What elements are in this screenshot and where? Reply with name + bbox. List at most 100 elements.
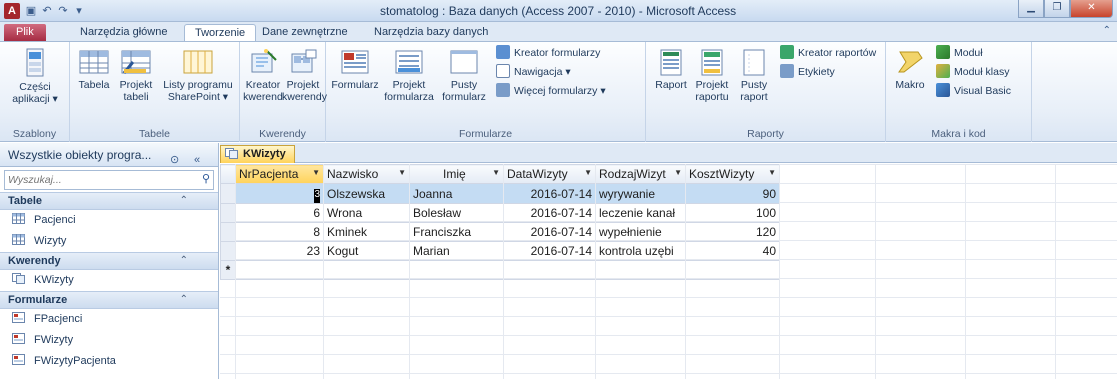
nav-group-formularze[interactable]: Formularze ⌃: [0, 291, 218, 309]
nav-group-kwerendy[interactable]: Kwerendy ⌃: [0, 252, 218, 270]
modul-klasy-button[interactable]: Moduł klasy: [936, 63, 1009, 81]
cell-rodzajwizyty[interactable]: wypełnienie: [595, 222, 686, 242]
makro-button[interactable]: Makro: [890, 46, 930, 91]
column-filter-dropdown-icon[interactable]: ▼: [674, 168, 682, 177]
tab-narzedzia-bazy-danych[interactable]: Narzędzia bazy danych: [364, 24, 498, 42]
column-filter-dropdown-icon[interactable]: ▼: [312, 168, 320, 177]
row-selector-header[interactable]: [220, 164, 236, 184]
column-header-kosztwizyty[interactable]: KosztWizyty ▼: [685, 164, 780, 184]
cell-nazwisko[interactable]: Kminek: [323, 222, 410, 242]
cell-imie[interactable]: Joanna: [409, 183, 504, 204]
row-selector[interactable]: [220, 203, 236, 223]
nav-item-pacjenci[interactable]: Pacjenci: [0, 210, 218, 231]
nav-item-fwizytypacjenta[interactable]: FWizytyPacjenta: [0, 351, 218, 372]
new-cell[interactable]: [323, 260, 410, 280]
raport-button[interactable]: Raport: [652, 46, 690, 91]
cell-imie[interactable]: Bolesław: [409, 203, 504, 223]
nav-search-input[interactable]: [5, 171, 213, 189]
cell-rodzajwizyty[interactable]: kontrola uzębi: [595, 241, 686, 261]
projekt-kwerendy-button[interactable]: Projekt kwerendy: [282, 46, 327, 103]
tab-narzedzia-glowne[interactable]: Narzędzia główne: [70, 24, 177, 42]
nav-pane-header[interactable]: Wszystkie obiekty progra... ⊙ «: [0, 143, 218, 167]
undo-icon[interactable]: ↶: [40, 4, 54, 18]
row-selector[interactable]: [220, 222, 236, 242]
column-filter-dropdown-icon[interactable]: ▼: [584, 168, 592, 177]
cell-datawizyty[interactable]: 2016-07-14: [503, 241, 596, 261]
cell-kosztwizyty[interactable]: 120: [685, 222, 780, 242]
column-header-rodzajwizyty[interactable]: RodzajWizyt ▼: [595, 164, 686, 184]
cell-imie[interactable]: Franciszka: [409, 222, 504, 242]
column-filter-dropdown-icon[interactable]: ▼: [768, 168, 776, 177]
new-record-marker[interactable]: *: [220, 260, 236, 280]
kreator-raportow-button[interactable]: Kreator raportów: [780, 44, 876, 62]
cell-nrpacjenta[interactable]: 23: [235, 241, 324, 261]
listy-sharepoint-button[interactable]: Listy programu SharePoint ▾: [158, 46, 238, 103]
search-icon[interactable]: ⚲: [202, 172, 210, 185]
cell-kosztwizyty[interactable]: 100: [685, 203, 780, 223]
table-row[interactable]: 6 Wrona Bolesław 2016-07-14 leczenie kan…: [220, 203, 780, 223]
row-selector[interactable]: [220, 241, 236, 261]
wiecej-formularzy-button[interactable]: Więcej formularzy ▾: [496, 82, 606, 100]
column-header-datawizyty[interactable]: DataWizyty ▼: [503, 164, 596, 184]
pusty-formularz-button[interactable]: Pusty formularz: [438, 46, 490, 103]
nav-item-kwizyty[interactable]: KWizyty: [0, 270, 218, 291]
new-cell[interactable]: [235, 260, 324, 280]
cell-nrpacjenta[interactable]: 6: [235, 203, 324, 223]
nav-item-wizyty[interactable]: Wizyty: [0, 231, 218, 252]
column-header-nazwisko[interactable]: Nazwisko ▼: [323, 164, 410, 184]
cell-nazwisko[interactable]: Olszewska: [323, 183, 410, 204]
nav-group-tabele[interactable]: Tabele ⌃: [0, 192, 218, 210]
kreator-formularzy-button[interactable]: Kreator formularzy: [496, 44, 600, 62]
czesci-aplikacji-button[interactable]: Części aplikacji ▾: [4, 46, 66, 105]
cell-kosztwizyty[interactable]: 90: [685, 183, 780, 204]
cell-kosztwizyty[interactable]: 40: [685, 241, 780, 261]
column-filter-dropdown-icon[interactable]: ▼: [492, 168, 500, 177]
new-record-row[interactable]: *: [220, 260, 780, 280]
redo-icon[interactable]: ↷: [56, 4, 70, 18]
formularz-button[interactable]: Formularz: [330, 46, 380, 91]
cell-nrpacjenta[interactable]: 3: [235, 183, 324, 204]
new-cell[interactable]: [503, 260, 596, 280]
column-filter-dropdown-icon[interactable]: ▼: [398, 168, 406, 177]
cell-nrpacjenta[interactable]: 8: [235, 222, 324, 242]
cell-rodzajwizyty[interactable]: wyrywanie: [595, 183, 686, 204]
table-row[interactable]: 3 Olszewska Joanna 2016-07-14 wyrywanie …: [220, 183, 780, 204]
tabela-button[interactable]: Tabela: [74, 46, 114, 91]
tab-plik[interactable]: Plik: [4, 24, 46, 42]
pusty-raport-button[interactable]: Pusty raport: [734, 46, 774, 103]
cell-nazwisko[interactable]: Wrona: [323, 203, 410, 223]
minimize-button[interactable]: ▁: [1018, 0, 1044, 18]
tab-dane-zewnetrzne[interactable]: Dane zewnętrzne: [252, 24, 358, 42]
ribbon-minimize-icon[interactable]: ⌃: [1103, 25, 1111, 36]
cell-imie[interactable]: Marian: [409, 241, 504, 261]
new-cell[interactable]: [409, 260, 504, 280]
nav-collapse-icon[interactable]: «: [194, 148, 200, 172]
cell-nazwisko[interactable]: Kogut: [323, 241, 410, 261]
cell-datawizyty[interactable]: 2016-07-14: [503, 222, 596, 242]
modul-button[interactable]: Moduł: [936, 44, 983, 62]
close-button[interactable]: ✕: [1070, 0, 1113, 18]
save-icon[interactable]: ▣: [24, 4, 38, 18]
kreator-kwerend-button[interactable]: Kreator kwerend: [242, 46, 284, 103]
maximize-button[interactable]: ❐: [1044, 0, 1070, 18]
document-tab-kwizyty[interactable]: KWizyty: [220, 145, 295, 163]
column-header-imie[interactable]: Imię ▼: [409, 164, 504, 184]
nawigacja-button[interactable]: Nawigacja ▾: [496, 63, 571, 81]
projekt-raportu-button[interactable]: Projekt raportu: [690, 46, 734, 103]
tab-tworzenie[interactable]: Tworzenie: [184, 24, 257, 42]
new-cell[interactable]: [595, 260, 686, 280]
etykiety-button[interactable]: Etykiety: [780, 63, 835, 81]
nav-menu-dropdown-icon[interactable]: ⊙: [170, 148, 179, 172]
visual-basic-button[interactable]: Visual Basic: [936, 82, 1011, 100]
cell-datawizyty[interactable]: 2016-07-14: [503, 203, 596, 223]
table-row[interactable]: 8 Kminek Franciszka 2016-07-14 wypełnien…: [220, 222, 780, 242]
nav-item-fwizyty[interactable]: FWizyty: [0, 330, 218, 351]
cell-datawizyty[interactable]: 2016-07-14: [503, 183, 596, 204]
table-row[interactable]: 23 Kogut Marian 2016-07-14 kontrola uzęb…: [220, 241, 780, 261]
row-selector[interactable]: [220, 183, 236, 204]
projekt-tabeli-button[interactable]: Projekt tabeli: [114, 46, 158, 103]
column-header-nrpacjenta[interactable]: NrPacjenta ▼: [235, 164, 324, 184]
customize-icon[interactable]: ▾: [72, 4, 86, 18]
cell-rodzajwizyty[interactable]: leczenie kanał: [595, 203, 686, 223]
access-app-icon[interactable]: A: [4, 3, 20, 19]
